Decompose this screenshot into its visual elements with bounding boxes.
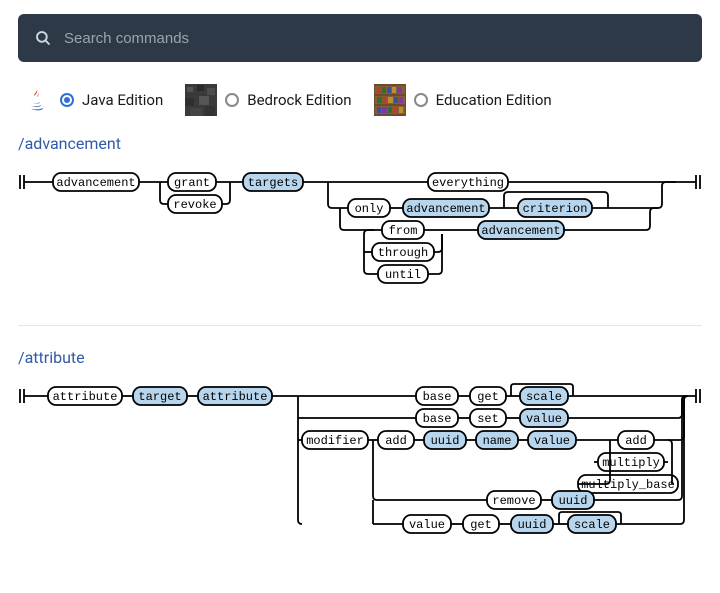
- svg-text:base: base: [423, 412, 452, 426]
- edition-selector: Java Edition Bedrock Edition Education E…: [20, 84, 702, 116]
- svg-text:targets: targets: [248, 176, 298, 190]
- svg-text:name: name: [483, 434, 512, 448]
- edition-education[interactable]: Education Edition: [374, 84, 552, 116]
- svg-text:grant: grant: [174, 176, 210, 190]
- svg-text:add: add: [385, 434, 407, 448]
- search-bar: [18, 14, 702, 62]
- svg-text:everything: everything: [432, 176, 504, 190]
- radio-icon: [225, 93, 239, 107]
- section-divider: [18, 325, 702, 326]
- svg-text:revoke: revoke: [173, 198, 216, 212]
- svg-text:only: only: [355, 202, 384, 216]
- edition-bedrock[interactable]: Bedrock Edition: [185, 84, 351, 116]
- svg-text:modifier: modifier: [306, 434, 364, 448]
- search-icon: [34, 29, 52, 47]
- svg-text:scale: scale: [526, 390, 562, 404]
- search-input[interactable]: [64, 30, 686, 47]
- svg-text:uuid: uuid: [559, 494, 588, 508]
- svg-text:scale: scale: [574, 518, 610, 532]
- java-icon: [20, 84, 52, 116]
- svg-text:get: get: [470, 518, 492, 532]
- syntax-diagram-attribute: attribute target attribute base get scal…: [18, 381, 702, 551]
- svg-text:through: through: [378, 246, 428, 260]
- svg-text:uuid: uuid: [431, 434, 460, 448]
- svg-text:from: from: [389, 224, 418, 238]
- section-title[interactable]: /attribute: [18, 348, 702, 367]
- section-advancement: /advancement advancement grant revoke ta…: [18, 134, 702, 297]
- svg-text:attribute: attribute: [53, 390, 118, 404]
- svg-text:value: value: [526, 412, 562, 426]
- radio-icon: [414, 93, 428, 107]
- railroad-svg: advancement grant revoke targets everyth…: [18, 167, 702, 297]
- svg-text:uuid: uuid: [518, 518, 547, 532]
- svg-text:value: value: [409, 518, 445, 532]
- edition-label: Bedrock Edition: [247, 91, 351, 109]
- edition-label: Education Edition: [436, 91, 552, 109]
- svg-text:target: target: [138, 390, 181, 404]
- svg-text:add: add: [625, 434, 647, 448]
- edition-label: Java Edition: [82, 91, 163, 109]
- svg-text:remove: remove: [492, 494, 535, 508]
- svg-text:value: value: [534, 434, 570, 448]
- bedrock-icon: [185, 84, 217, 116]
- svg-text:advancement: advancement: [56, 176, 135, 190]
- svg-text:attribute: attribute: [203, 390, 268, 404]
- syntax-diagram-advancement: advancement grant revoke targets everyth…: [18, 167, 702, 297]
- railroad-svg: attribute target attribute base get scal…: [18, 381, 702, 551]
- education-icon: [374, 84, 406, 116]
- svg-text:until: until: [385, 268, 421, 282]
- svg-text:base: base: [423, 390, 452, 404]
- edition-java[interactable]: Java Edition: [20, 84, 163, 116]
- svg-text:criterion: criterion: [523, 202, 588, 216]
- svg-text:advancement: advancement: [406, 202, 485, 216]
- svg-text:get: get: [477, 390, 499, 404]
- svg-text:multiply_base: multiply_base: [581, 478, 675, 492]
- section-title[interactable]: /advancement: [18, 134, 702, 153]
- svg-text:advancement: advancement: [481, 224, 560, 238]
- svg-text:set: set: [477, 412, 499, 426]
- radio-icon: [60, 93, 74, 107]
- section-attribute: /attribute attribute target attribute ba…: [18, 348, 702, 551]
